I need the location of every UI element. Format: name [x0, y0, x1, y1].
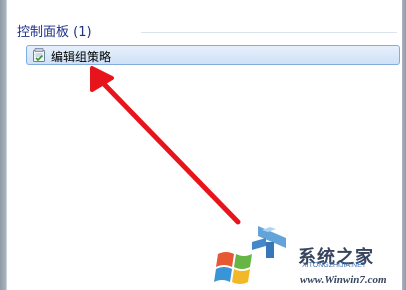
site-watermark: 系统之家 XITONGZHIJIA.NET www.Winwin7.com [212, 224, 402, 288]
group-header-control-panel: 控制面板 (1) [17, 25, 92, 40]
group-policy-icon [33, 48, 45, 62]
watermark-url: www.Winwin7.com [300, 274, 387, 286]
window-frame-right [402, 0, 406, 290]
windows-logo-icon [214, 226, 286, 284]
result-item-label: 编辑组策略 [51, 50, 112, 64]
result-item-edit-group-policy[interactable]: 编辑组策略 [26, 45, 400, 65]
watermark-pinyin: XITONGZHIJIA.NET [302, 262, 367, 269]
group-divider [141, 32, 397, 33]
